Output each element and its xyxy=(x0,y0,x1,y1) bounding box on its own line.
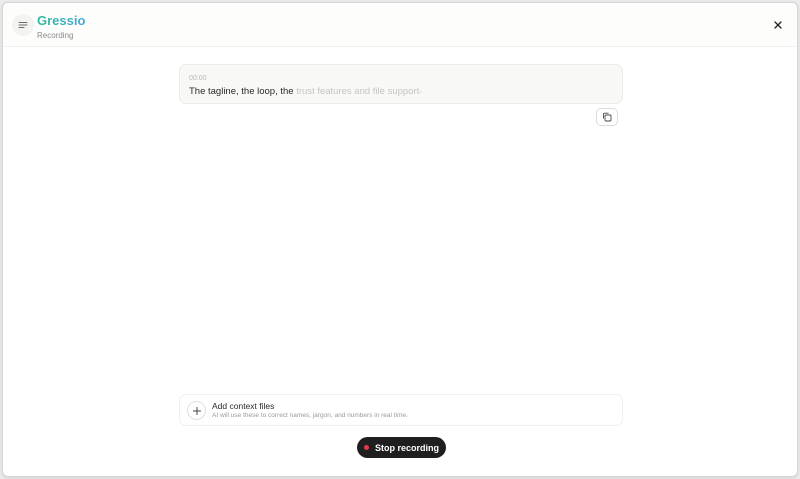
app-window: Gressio Recording 00:00 The tagline, the… xyxy=(2,2,798,477)
close-icon xyxy=(774,21,782,29)
header-bar: Gressio Recording xyxy=(3,3,797,47)
recording-status: Recording xyxy=(37,31,74,40)
context-files-hint: AI will use these to correct names, jarg… xyxy=(212,412,408,419)
close-button[interactable] xyxy=(771,18,785,32)
recording-indicator-icon xyxy=(363,445,369,450)
menu-button[interactable] xyxy=(12,14,34,36)
context-files-title: Add context files xyxy=(212,401,275,411)
copy-button[interactable] xyxy=(596,108,618,126)
add-context-button[interactable] xyxy=(187,401,206,420)
stop-recording-label: Stop recording xyxy=(374,442,439,453)
typing-cursor-icon: ▫ xyxy=(419,89,422,96)
add-context-files-button[interactable]: Add context files AI will use these to c… xyxy=(179,394,623,426)
copy-icon xyxy=(603,112,612,122)
transcript-timestamp: 00:00 xyxy=(189,75,207,82)
menu-icon xyxy=(18,22,28,28)
transcript-spoken: The tagline, the loop, the xyxy=(189,86,294,97)
transcript-pending: trust features and file support xyxy=(296,86,420,97)
stop-recording-button[interactable]: Stop recording xyxy=(357,437,446,458)
transcript-text: The tagline, the loop, the trust feature… xyxy=(189,85,422,99)
app-title: Gressio xyxy=(37,13,86,28)
plus-icon xyxy=(192,406,201,415)
transcript-card: 00:00 The tagline, the loop, the trust f… xyxy=(179,64,623,104)
